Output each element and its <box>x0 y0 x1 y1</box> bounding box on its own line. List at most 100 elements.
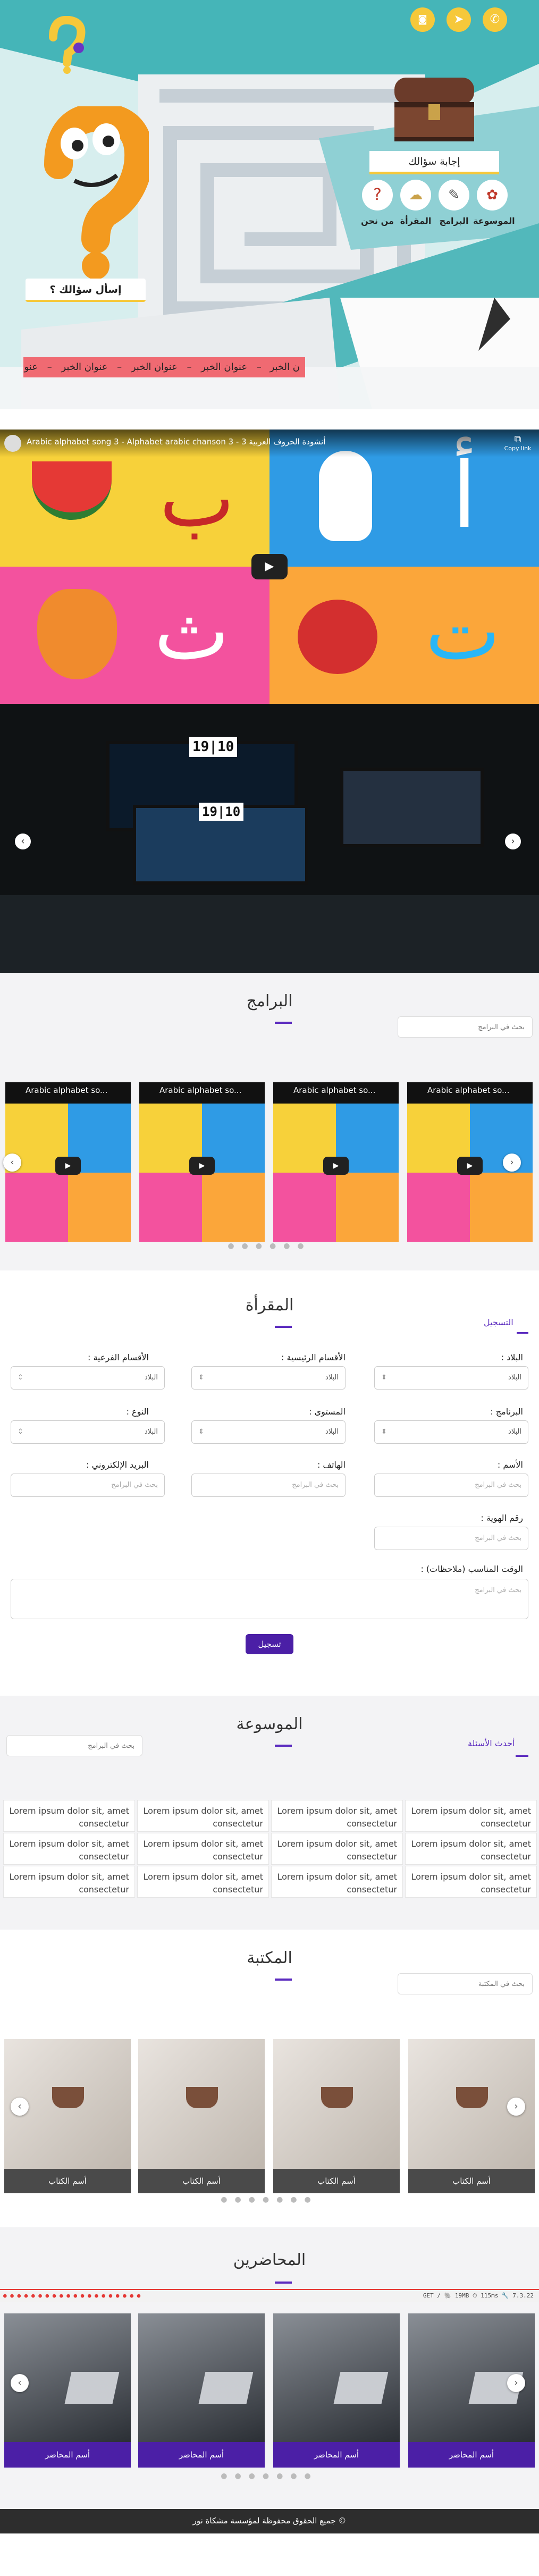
bunny-icon <box>319 451 372 541</box>
slider-prev-button[interactable]: ‹ <box>15 834 31 849</box>
video-card-title: Arabic alphabet so... <box>293 1085 376 1095</box>
video-title[interactable]: Arabic alphabet song 3 - Alphabet arabic… <box>27 437 325 447</box>
play-button[interactable]: ▶ <box>323 1157 349 1175</box>
book-card[interactable]: أسم الكتاب <box>138 2039 265 2193</box>
news-item[interactable]: ن الخبر <box>270 361 300 373</box>
play-button[interactable]: ▶ <box>457 1157 483 1175</box>
video-card-title: Arabic alphabet so... <box>26 1085 108 1095</box>
copy-link-button[interactable]: ⧉ Copy link <box>502 434 534 455</box>
name-input[interactable]: بحث في البرامج <box>374 1474 528 1497</box>
news-ticker: ن الخبر – عنوان الخبر – عنوان الخبر – عن… <box>23 357 305 377</box>
site-logo[interactable] <box>43 15 90 74</box>
encyclopedia-item[interactable]: Lorem ipsum dolor sit, amet consectetur <box>405 1866 537 1898</box>
library-prev-button[interactable]: ‹ <box>11 2098 29 2116</box>
program-select[interactable]: البلاد ⇕ <box>374 1420 528 1444</box>
suitable-time-textarea[interactable]: بحث في البرامج <box>11 1579 528 1619</box>
title-underline <box>275 1745 292 1747</box>
chevron-right-icon: › <box>514 2101 518 2112</box>
program-video-card[interactable]: Arabic alphabet so... ▶ <box>139 1082 265 1242</box>
news-item[interactable]: عنوان الخبر <box>201 361 247 373</box>
encyclopedia-item[interactable]: Lorem ipsum dolor sit, amet consectetur <box>137 1866 269 1898</box>
social-button[interactable]: ◙ <box>410 7 435 32</box>
book-card[interactable]: أسم الكتاب <box>4 2039 131 2193</box>
location-button[interactable]: ➤ <box>447 7 471 32</box>
lecturer-card[interactable]: أسم المحاضر <box>273 2313 400 2468</box>
book-card[interactable]: أسم الكتاب <box>408 2039 535 2193</box>
play-button[interactable]: ▶ <box>55 1157 81 1175</box>
ask-question-button[interactable]: إسأل سؤالك ؟ <box>26 279 146 302</box>
chevron-left-icon: ‹ <box>10 1157 14 1168</box>
lecturers-pagination[interactable]: ●●●●●●● <box>0 2472 539 2480</box>
chevron-left-icon: ‹ <box>18 2377 22 2388</box>
carousel-prev-button[interactable]: ‹ <box>3 1154 21 1172</box>
main-sections-select[interactable]: البلاد ⇕ <box>191 1366 346 1390</box>
book-card[interactable]: أسم الكتاب <box>273 2039 400 2193</box>
maqraa-section: المقرأة التسجيل البلاد : البلاد ⇕ الأقسام… <box>0 1270 539 1696</box>
lecturers-next-button[interactable]: › <box>507 2374 525 2392</box>
nav-label: البرامج <box>439 216 469 226</box>
email-input[interactable]: بحث في البرامج <box>11 1474 165 1497</box>
programs-pagination[interactable]: ●●●●●● <box>0 1242 539 1250</box>
phone-icon: ✆ <box>490 13 500 26</box>
treasure-chest <box>389 72 479 147</box>
logo-icon <box>49 15 86 74</box>
news-item[interactable]: عنوان الخبر <box>62 361 108 373</box>
copy-icon: ⧉ <box>514 434 521 445</box>
phone-button[interactable]: ✆ <box>483 7 507 32</box>
news-item[interactable]: عنوان الخ <box>23 361 38 373</box>
library-next-button[interactable]: › <box>507 2098 525 2116</box>
separator: – <box>187 361 192 373</box>
section-title: المقرأة <box>245 1296 294 1315</box>
slider-next-button[interactable]: › <box>505 834 521 849</box>
nav-item-maqraa[interactable]: ☁ المقرأة <box>397 180 435 243</box>
lecturer-card[interactable]: أسم المحاضر <box>138 2313 265 2468</box>
chevron-down-icon: ⇕ <box>198 1374 204 1382</box>
encyclopedia-item[interactable]: Lorem ipsum dolor sit, amet consectetur <box>271 1866 403 1898</box>
id-number-input[interactable]: بحث في البرامج <box>374 1527 528 1550</box>
encyclopedia-search-input[interactable] <box>6 1735 142 1756</box>
nav-item-programs[interactable]: ✎ البرامج <box>435 180 473 243</box>
hero-video[interactable]: ب أ ث ت Arabic alphabet song 3 - Alphabe… <box>0 430 539 704</box>
level-select[interactable]: البلاد ⇕ <box>191 1420 346 1444</box>
carousel-next-button[interactable]: › <box>503 1154 521 1172</box>
programs-search-input[interactable] <box>398 1016 533 1038</box>
chest-icon <box>394 78 474 141</box>
answer-question-button[interactable]: إجابة سؤالك <box>369 151 499 174</box>
submit-button[interactable]: تسجيل <box>246 1634 293 1654</box>
encyclopedia-item[interactable]: Lorem ipsum dolor sit, amet consectetur <box>3 1800 135 1832</box>
encyclopedia-item[interactable]: Lorem ipsum dolor sit, amet consectetur <box>271 1800 403 1832</box>
play-button[interactable]: ▶ <box>189 1157 215 1175</box>
program-video-card[interactable]: Arabic alphabet so... ▶ <box>5 1082 131 1242</box>
news-item[interactable]: عنوان الخبر <box>131 361 178 373</box>
encyclopedia-item[interactable]: Lorem ipsum dolor sit, amet consectetur <box>271 1833 403 1865</box>
lecturers-prev-button[interactable]: ‹ <box>11 2374 29 2392</box>
debug-toolbar[interactable]: ● ● ● ● ● ● ● ● ● ● ● ● ● ● ● ● ● ● ● ● … <box>0 2289 539 2302</box>
letter-baa: ب <box>159 452 235 545</box>
encyclopedia-item[interactable]: Lorem ipsum dolor sit, amet consectetur <box>3 1866 135 1898</box>
program-video-card[interactable]: Arabic alphabet so... ▶ <box>273 1082 399 1242</box>
phone-label: الهاتف : <box>317 1460 346 1470</box>
encyclopedia-item[interactable]: Lorem ipsum dolor sit, amet consectetur <box>137 1800 269 1832</box>
library-search-input[interactable] <box>398 1973 533 1994</box>
section-title: البرامج <box>246 992 293 1011</box>
phone-input[interactable]: بحث في البرامج <box>191 1474 346 1497</box>
library-pagination[interactable]: ●●●●●●● <box>0 2195 539 2204</box>
register-link[interactable]: التسجيل <box>484 1317 513 1327</box>
encyclopedia-item[interactable]: Lorem ipsum dolor sit, amet consectetur <box>405 1833 537 1865</box>
encyclopedia-item[interactable]: Lorem ipsum dolor sit, amet consectetur <box>3 1833 135 1865</box>
video-title-bar: Arabic alphabet song 3 - Alphabet arabic… <box>0 430 539 457</box>
channel-avatar[interactable] <box>4 435 21 452</box>
cup-icon <box>52 2087 84 2108</box>
type-select[interactable]: البلاد ⇕ <box>11 1420 165 1444</box>
sub-sections-select[interactable]: البلاد ⇕ <box>11 1366 165 1390</box>
nav-item-encyclopedia[interactable]: ✿ الموسوعة <box>473 180 515 243</box>
play-button[interactable]: ▶ <box>251 554 288 579</box>
country-select[interactable]: البلاد ⇕ <box>374 1366 528 1390</box>
encyclopedia-item[interactable]: Lorem ipsum dolor sit, amet consectetur <box>405 1800 537 1832</box>
sub-sections-label: الأقسام الفرعية : <box>87 1352 149 1362</box>
side-monitor <box>340 768 484 847</box>
mascot-icon <box>44 102 154 280</box>
encyclopedia-item[interactable]: Lorem ipsum dolor sit, amet consectetur <box>137 1833 269 1865</box>
latest-questions-link[interactable]: أحدث الأسئلة <box>468 1738 515 1748</box>
nav-item-about[interactable]: ? من نحن <box>358 180 397 243</box>
